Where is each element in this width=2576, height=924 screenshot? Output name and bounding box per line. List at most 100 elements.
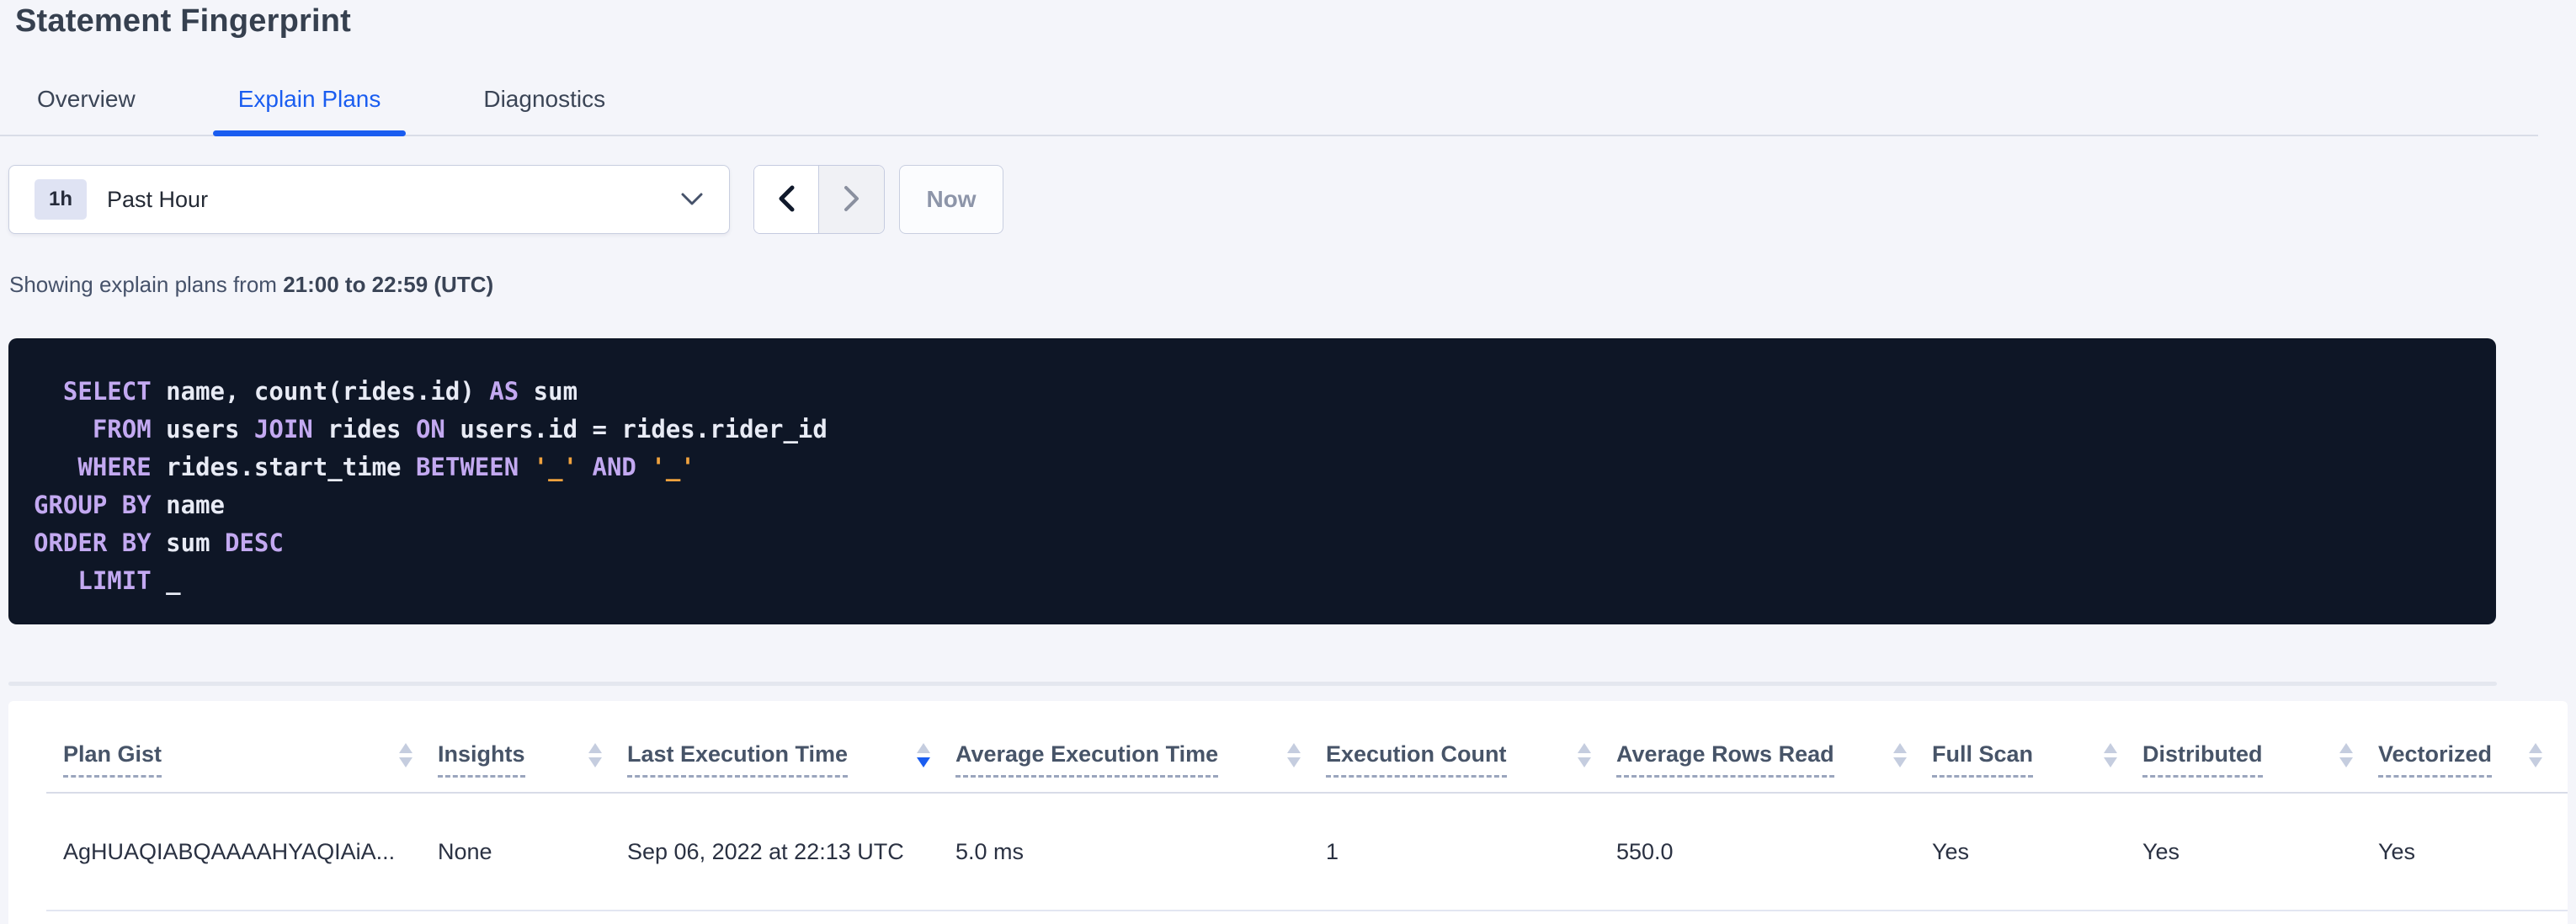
column-label: Execution Count (1326, 741, 1507, 778)
sort-down-arrow-icon (2104, 757, 2117, 767)
sort-icon (588, 743, 602, 767)
sql-token: _ (152, 566, 181, 595)
sql-line: FROM users JOIN rides ON users.id = ride… (34, 411, 2471, 449)
table-row[interactable]: AgHUAQIABQAAAAHYAQIAiA...NoneSep 06, 202… (46, 794, 2568, 911)
cell-average-execution-time: 5.0 ms (955, 839, 1326, 865)
cell-insights: None (438, 839, 627, 865)
sql-token (636, 453, 651, 481)
chevron-left-icon (777, 184, 796, 215)
column-label: Insights (438, 741, 525, 778)
tab-diagnostics[interactable]: Diagnostics (458, 86, 631, 135)
horizontal-scrollbar[interactable] (8, 682, 2497, 686)
sort-up-arrow-icon (2104, 743, 2117, 753)
sql-token (519, 453, 533, 481)
column-header-average-execution-time[interactable]: Average Execution Time (955, 741, 1326, 778)
sql-token: AS (489, 377, 519, 406)
sort-up-arrow-icon (917, 743, 930, 753)
sql-token: sum (152, 528, 225, 557)
sql-token: AND (593, 453, 636, 481)
tab-overview[interactable]: Overview (12, 86, 161, 135)
time-step-button-group (753, 165, 885, 234)
sql-token: users (152, 415, 254, 443)
sql-token: LIMIT (34, 566, 152, 595)
sort-down-arrow-icon (1893, 757, 1907, 767)
sql-token: BETWEEN (416, 453, 519, 481)
sort-down-arrow-icon (2529, 757, 2542, 767)
sort-icon (917, 743, 930, 767)
sort-icon (2104, 743, 2117, 767)
cell-average-rows-read: 550.0 (1616, 839, 1932, 865)
sql-line: ORDER BY sum DESC (34, 524, 2471, 562)
sql-line: SELECT name, count(rides.id) AS sum (34, 373, 2471, 411)
table-header-row: Plan GistInsightsLast Execution TimeAver… (46, 701, 2568, 794)
sql-token: name, count(rides.id) (152, 377, 490, 406)
time-controls: 1h Past Hour Now (8, 165, 1003, 234)
sql-token: SELECT (34, 377, 152, 406)
sort-up-arrow-icon (399, 743, 412, 753)
sql-token: '_' (534, 453, 577, 481)
now-button[interactable]: Now (899, 165, 1003, 234)
sort-up-arrow-icon (588, 743, 602, 753)
sort-up-arrow-icon (1287, 743, 1301, 753)
sort-icon (1893, 743, 1907, 767)
column-label: Plan Gist (63, 741, 162, 778)
sql-token: GROUP BY (34, 491, 152, 519)
sql-token (577, 453, 592, 481)
explain-plans-table-card: Plan GistInsightsLast Execution TimeAver… (8, 701, 2568, 924)
sql-token: rides.start_time (152, 453, 416, 481)
time-range-badge: 1h (35, 179, 87, 220)
column-label: Vectorized (2378, 741, 2492, 778)
sort-up-arrow-icon (2339, 743, 2353, 753)
chevron-down-icon (680, 192, 704, 207)
sql-token: sum (519, 377, 577, 406)
sort-down-arrow-icon (399, 757, 412, 767)
sql-token: '_' (651, 453, 695, 481)
sort-up-arrow-icon (1578, 743, 1591, 753)
sort-down-arrow-icon (917, 757, 930, 767)
sql-token: FROM (34, 415, 152, 443)
caption-prefix: Showing explain plans from (9, 272, 283, 297)
sort-icon (1578, 743, 1591, 767)
tab-explain-plans[interactable]: Explain Plans (213, 86, 407, 135)
time-range-dropdown[interactable]: 1h Past Hour (8, 165, 730, 234)
cell-vectorized: Yes (2378, 839, 2568, 865)
column-label: Full Scan (1932, 741, 2033, 778)
column-header-plan-gist[interactable]: Plan Gist (46, 741, 438, 778)
tab-bar: Overview Explain Plans Diagnostics (0, 79, 2538, 136)
sql-line: LIMIT _ (34, 562, 2471, 600)
sort-icon (399, 743, 412, 767)
caption-range: 21:00 to 22:59 (UTC) (283, 272, 493, 297)
sort-icon (2529, 743, 2542, 767)
sort-down-arrow-icon (1287, 757, 1301, 767)
column-header-execution-count[interactable]: Execution Count (1326, 741, 1616, 778)
sort-icon (2339, 743, 2353, 767)
column-header-distributed[interactable]: Distributed (2142, 741, 2378, 778)
column-header-average-rows-read[interactable]: Average Rows Read (1616, 741, 1932, 778)
sql-token: ORDER BY (34, 528, 152, 557)
sql-token: ON (416, 415, 445, 443)
next-interval-button[interactable] (819, 166, 884, 233)
sort-down-arrow-icon (1578, 757, 1591, 767)
cell-last-execution-time: Sep 06, 2022 at 22:13 UTC (627, 839, 955, 865)
previous-interval-button[interactable] (754, 166, 819, 233)
cell-distributed: Yes (2142, 839, 2378, 865)
time-range-label: Past Hour (107, 187, 208, 213)
column-label: Average Execution Time (955, 741, 1218, 778)
cell-plan-gist[interactable]: AgHUAQIABQAAAAHYAQIAiA... (46, 839, 438, 865)
column-header-last-execution-time[interactable]: Last Execution Time (627, 741, 955, 778)
column-header-insights[interactable]: Insights (438, 741, 627, 778)
sql-token: DESC (225, 528, 284, 557)
time-range-caption: Showing explain plans from 21:00 to 22:5… (9, 272, 493, 298)
sql-statement: SELECT name, count(rides.id) AS sum FROM… (34, 373, 2471, 600)
sort-down-arrow-icon (2339, 757, 2353, 767)
sql-token: name (152, 491, 225, 519)
sql-token: users.id = rides.rider_id (445, 415, 828, 443)
page-title: Statement Fingerprint (15, 3, 351, 40)
sql-token: WHERE (34, 453, 152, 481)
sql-line: WHERE rides.start_time BETWEEN '_' AND '… (34, 449, 2471, 486)
column-header-vectorized[interactable]: Vectorized (2378, 741, 2568, 778)
sql-statement-box: SELECT name, count(rides.id) AS sum FROM… (8, 338, 2496, 624)
column-label: Average Rows Read (1616, 741, 1834, 778)
chevron-right-icon (843, 184, 861, 215)
column-header-full-scan[interactable]: Full Scan (1932, 741, 2142, 778)
